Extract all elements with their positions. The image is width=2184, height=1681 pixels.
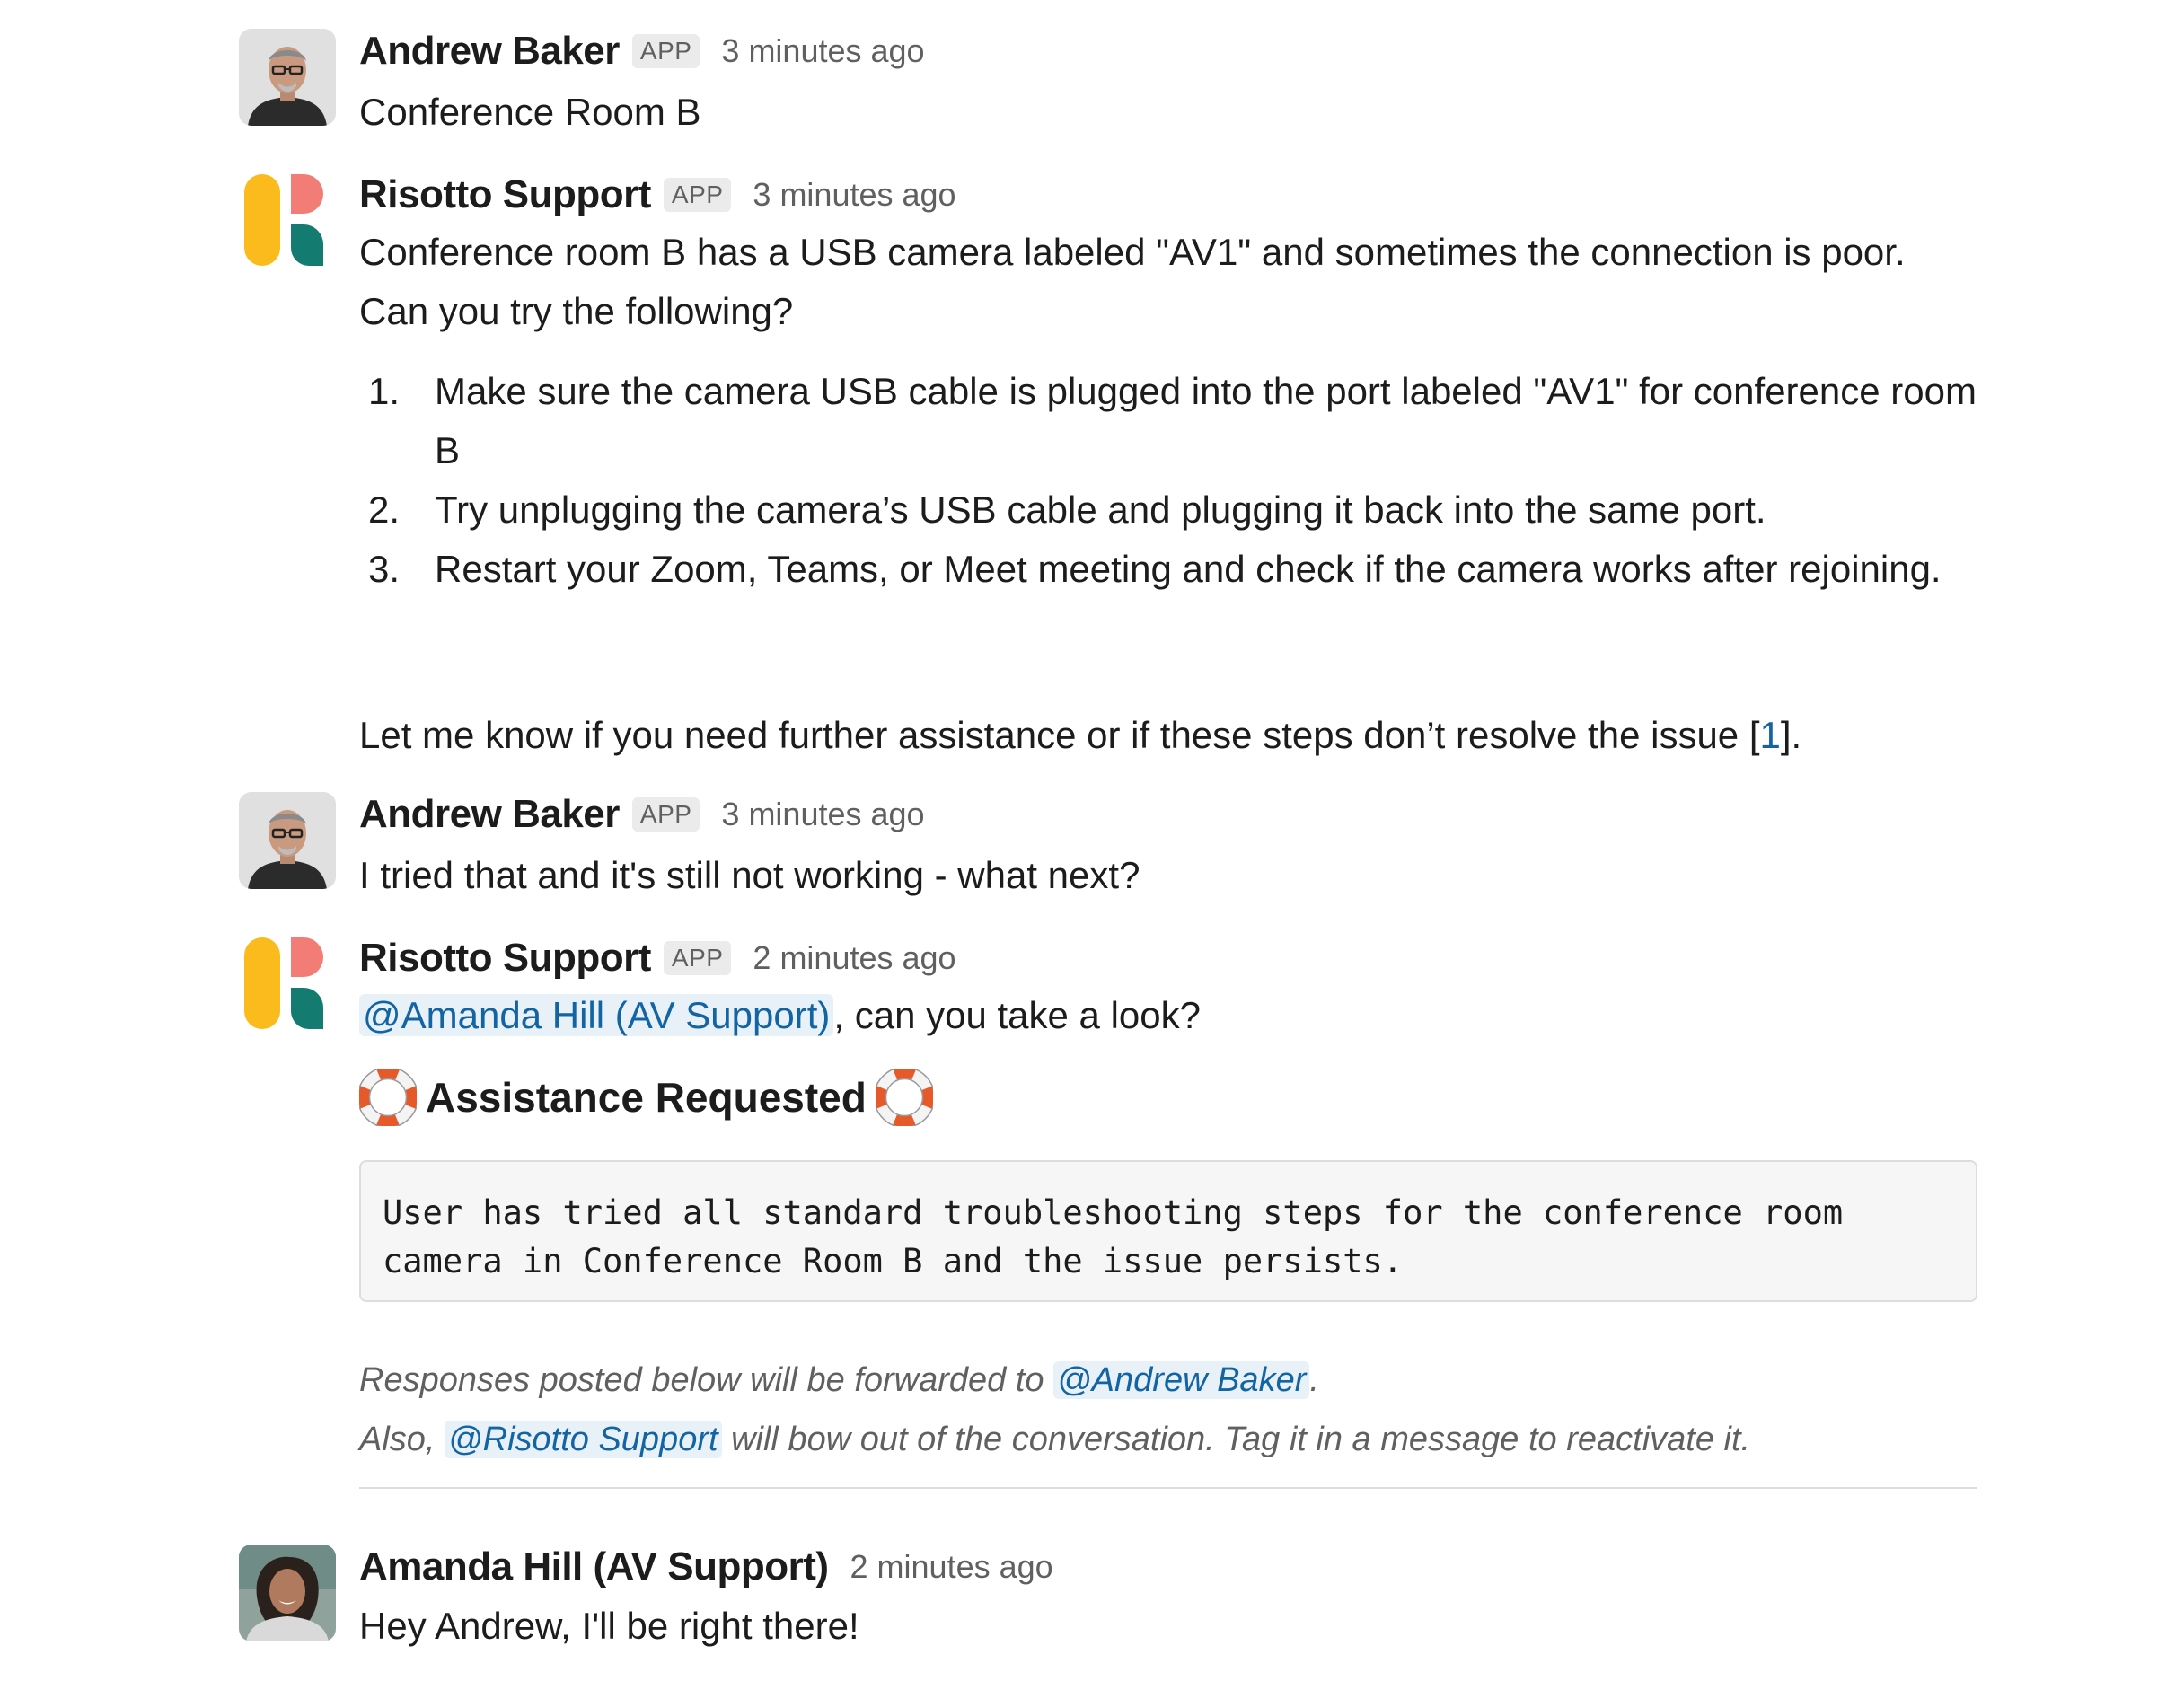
assistance-requested-heading: Assistance Requested (357, 1065, 936, 1130)
closing-text-end: ]. (1780, 714, 1802, 756)
lifebuoy-icon (357, 1066, 419, 1129)
app-badge: APP (663, 941, 732, 975)
author-name[interactable]: Andrew Baker (359, 792, 620, 837)
risotto-logo-icon[interactable] (239, 936, 336, 1033)
citation-link[interactable]: 1 (1760, 714, 1781, 756)
note-text: Also, (359, 1421, 445, 1458)
message-text: I tried that and it's still not working … (359, 854, 1140, 896)
message-text: @Amanda Hill (AV Support), can you take … (359, 986, 1201, 1045)
list-item: 3. Restart your Zoom, Teams, or Meet mee… (359, 540, 1979, 599)
list-number: 2. (368, 488, 401, 531)
note-text-end: . (1309, 1361, 1319, 1399)
note-text: Responses posted below will be forwarded… (359, 1361, 1054, 1399)
closing-text: Let me know if you need further assistan… (359, 714, 1760, 756)
assistance-title: Assistance Requested (426, 1074, 867, 1121)
note-text-end: will bow out of the conversation. Tag it… (721, 1421, 1751, 1458)
bow-out-note: Also, @Risotto Support will bow out of t… (359, 1413, 1750, 1465)
code-block: User has tried all standard troubleshoot… (359, 1160, 1977, 1302)
message-header: Andrew Baker APP 3 minutes ago (359, 25, 925, 77)
message-feed: Andrew Baker APP 3 minutes ago Conferenc… (0, 0, 2184, 1681)
user-mention-risotto-support[interactable]: @Risotto Support (445, 1421, 722, 1458)
message-text: Conference Room B (359, 91, 701, 133)
lifebuoy-icon (873, 1066, 936, 1129)
list-number: 3. (368, 548, 401, 590)
author-name[interactable]: Risotto Support (359, 172, 651, 217)
risotto-logo-icon[interactable] (239, 172, 336, 269)
message-text: Hey Andrew, I'll be right there! (359, 1605, 859, 1647)
message-text: Can you try the following? (359, 290, 794, 332)
avatar-andrew-baker[interactable] (239, 792, 336, 889)
divider (359, 1487, 1977, 1489)
list-item-text: Make sure the camera USB cable is plugge… (435, 370, 1977, 471)
timestamp[interactable]: 3 minutes ago (753, 176, 956, 214)
avatar-andrew-baker[interactable] (239, 29, 336, 126)
timestamp[interactable]: 3 minutes ago (721, 32, 924, 70)
message-header: Risotto Support APP 3 minutes ago (359, 169, 956, 221)
timestamp[interactable]: 2 minutes ago (753, 939, 956, 977)
troubleshooting-steps: 1. Make sure the camera USB cable is plu… (359, 362, 1979, 599)
message-header: Amanda Hill (AV Support) 2 minutes ago (359, 1541, 1053, 1593)
author-name[interactable]: Andrew Baker (359, 29, 620, 74)
author-name[interactable]: Risotto Support (359, 936, 651, 981)
list-number: 1. (368, 370, 401, 412)
app-badge: APP (663, 178, 732, 212)
message-text: Conference room B has a USB camera label… (359, 231, 1906, 273)
list-item-text: Try unplugging the camera’s USB cable an… (435, 488, 1766, 531)
app-badge: APP (631, 797, 700, 832)
message-header: Risotto Support APP 2 minutes ago (359, 932, 956, 984)
user-mention-amanda-hill[interactable]: @Amanda Hill (AV Support) (359, 994, 834, 1036)
timestamp[interactable]: 3 minutes ago (721, 796, 924, 833)
mention-suffix: , can you take a look? (833, 994, 1201, 1036)
message-text: Let me know if you need further assistan… (359, 706, 1801, 765)
list-item: 2. Try unplugging the camera’s USB cable… (359, 480, 1979, 540)
forwarding-note: Responses posted below will be forwarded… (359, 1354, 1319, 1406)
timestamp[interactable]: 2 minutes ago (850, 1548, 1053, 1586)
app-badge: APP (631, 34, 700, 68)
message-header: Andrew Baker APP 3 minutes ago (359, 788, 925, 840)
avatar-amanda-hill[interactable] (239, 1545, 336, 1641)
list-item: 1. Make sure the camera USB cable is plu… (359, 362, 1979, 480)
list-item-text: Restart your Zoom, Teams, or Meet meetin… (435, 548, 1942, 590)
user-mention-andrew-baker[interactable]: @Andrew Baker (1053, 1361, 1310, 1399)
author-name[interactable]: Amanda Hill (AV Support) (359, 1545, 829, 1589)
